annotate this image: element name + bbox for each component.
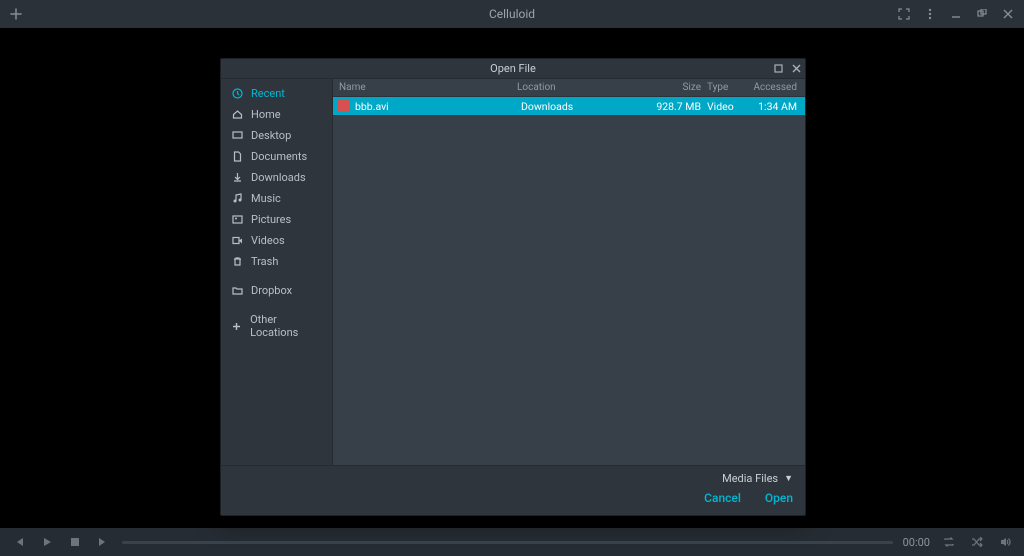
sidebar-item-label: Other Locations (250, 313, 322, 339)
trash-icon (231, 256, 243, 268)
clock-icon (231, 88, 243, 100)
time-display: 00:00 (903, 536, 930, 549)
column-headers[interactable]: Name Location Size Type Accessed (333, 79, 805, 97)
player-controls: 00:00 (0, 528, 1024, 556)
dialog-maximize-icon[interactable] (771, 61, 785, 75)
dialog-titlebar: Open File (221, 59, 805, 79)
file-row[interactable]: bbb.avi Downloads 928.7 MB Video 1:34 AM (333, 97, 805, 115)
maximize-icon[interactable] (974, 6, 990, 22)
sidebar-item-label: Videos (251, 234, 285, 247)
video-viewport: Open File Recent Home (0, 28, 1024, 528)
sidebar-item-label: Music (251, 192, 281, 205)
sidebar-item-pictures[interactable]: Pictures (221, 209, 332, 230)
cancel-button[interactable]: Cancel (704, 491, 741, 505)
next-button[interactable] (94, 533, 112, 551)
menu-icon[interactable] (922, 6, 938, 22)
file-list-panel: Name Location Size Type Accessed bbb.avi… (333, 79, 805, 465)
add-button[interactable] (8, 6, 24, 22)
chevron-down-icon: ▼ (784, 473, 793, 484)
play-button[interactable] (38, 533, 56, 551)
open-button[interactable]: Open (765, 491, 793, 505)
dialog-close-icon[interactable] (789, 61, 803, 75)
plus-icon (231, 320, 242, 332)
desktop-icon (231, 130, 243, 142)
sidebar-item-downloads[interactable]: Downloads (221, 167, 332, 188)
sidebar-item-trash[interactable]: Trash (221, 251, 332, 272)
window-title: Celluloid (128, 7, 896, 21)
sidebar-item-recent[interactable]: Recent (221, 83, 332, 104)
sidebar-item-label: Documents (251, 150, 307, 163)
minimize-icon[interactable] (948, 6, 964, 22)
col-size[interactable]: Size (647, 82, 707, 93)
sidebar-item-dropbox[interactable]: Dropbox (221, 280, 332, 301)
sidebar-item-documents[interactable]: Documents (221, 146, 332, 167)
sidebar-item-home[interactable]: Home (221, 104, 332, 125)
col-type[interactable]: Type (707, 82, 747, 93)
titlebar: Celluloid (0, 0, 1024, 28)
dialog-title: Open File (490, 62, 536, 75)
col-location[interactable]: Location (517, 82, 647, 93)
file-size: 928.7 MB (647, 100, 707, 113)
file-name: bbb.avi (353, 100, 521, 113)
sidebar-item-label: Desktop (251, 129, 291, 142)
file-location: Downloads (521, 100, 647, 113)
sidebar-item-label: Dropbox (251, 284, 292, 297)
loop-button[interactable] (940, 533, 958, 551)
file-accessed: 1:34 AM (747, 100, 797, 113)
sidebar-item-desktop[interactable]: Desktop (221, 125, 332, 146)
document-icon (231, 151, 243, 163)
filter-label: Media Files (722, 472, 778, 485)
sidebar-item-label: Recent (251, 87, 285, 100)
sidebar-item-label: Pictures (251, 213, 291, 226)
pictures-icon (231, 214, 243, 226)
video-icon (231, 235, 243, 247)
fullscreen-icon[interactable] (896, 6, 912, 22)
file-type: Video (707, 100, 747, 113)
seek-bar[interactable] (122, 541, 893, 544)
open-file-dialog: Open File Recent Home (220, 58, 806, 516)
sidebar-item-label: Trash (251, 255, 278, 268)
sidebar-item-music[interactable]: Music (221, 188, 332, 209)
folder-icon (231, 285, 243, 297)
music-icon (231, 193, 243, 205)
col-accessed[interactable]: Accessed (747, 82, 797, 93)
sidebar-item-other-locations[interactable]: Other Locations (221, 309, 332, 343)
previous-button[interactable] (10, 533, 28, 551)
home-icon (231, 109, 243, 121)
sidebar-item-label: Downloads (251, 171, 306, 184)
sidebar-item-videos[interactable]: Videos (221, 230, 332, 251)
filter-dropdown[interactable]: Media Files ▼ (233, 472, 793, 485)
volume-button[interactable] (996, 533, 1014, 551)
close-icon[interactable] (1000, 6, 1016, 22)
sidebar-item-label: Home (251, 108, 281, 121)
stop-button[interactable] (66, 533, 84, 551)
places-sidebar: Recent Home Desktop Documents Downloads (221, 79, 333, 465)
video-file-icon (337, 100, 349, 112)
shuffle-button[interactable] (968, 533, 986, 551)
col-name[interactable]: Name (337, 82, 517, 93)
download-icon (231, 172, 243, 184)
